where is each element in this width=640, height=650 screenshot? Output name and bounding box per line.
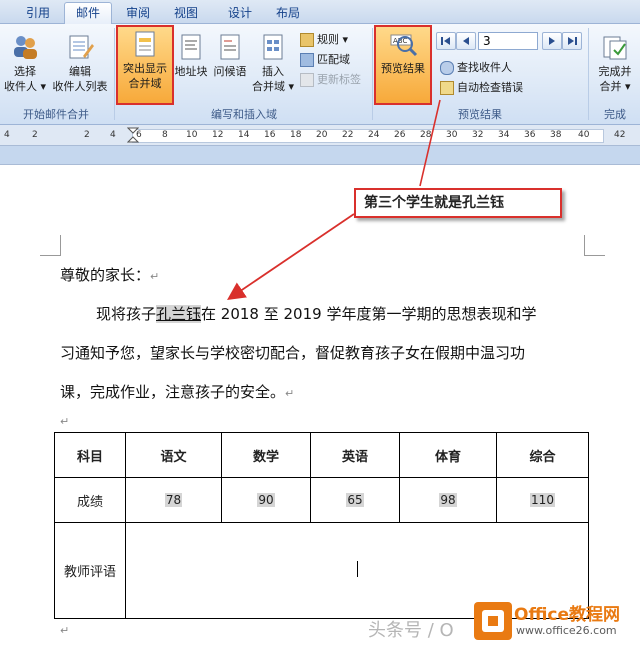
score-table[interactable]: 科目 语文 数学 英语 体育 综合 成绩 78 90 65 98 110 教师评… xyxy=(54,432,589,619)
paragraph-mark: ↵ xyxy=(60,624,70,637)
watermark-brand: Office教程网 xyxy=(514,605,621,625)
watermark-url: www.office26.com xyxy=(516,624,617,637)
table-header-cell[interactable]: 英语 xyxy=(310,432,400,478)
merge-field-score: 110 xyxy=(530,492,555,507)
watermark-source-text: 头条号 / O xyxy=(368,620,454,641)
arrow-to-student-name xyxy=(227,213,355,301)
merge-field-score: 90 xyxy=(257,492,275,507)
scores-label-cell[interactable]: 成绩 xyxy=(54,477,126,523)
score-cell[interactable]: 98 xyxy=(399,477,497,523)
text-cursor xyxy=(356,560,358,577)
score-cell[interactable]: 65 xyxy=(310,477,400,523)
merge-field-score: 65 xyxy=(346,492,364,507)
arrow-from-preview xyxy=(419,99,441,187)
merge-field-score: 98 xyxy=(439,492,457,507)
score-cell[interactable]: 78 xyxy=(125,477,222,523)
table-header-cell[interactable]: 数学 xyxy=(221,432,311,478)
table-row: 成绩 78 90 65 98 110 xyxy=(54,477,589,523)
score-cell[interactable]: 90 xyxy=(221,477,311,523)
table-header-cell[interactable]: 语文 xyxy=(125,432,222,478)
table-header-cell[interactable]: 综合 xyxy=(496,432,589,478)
merge-field-score: 78 xyxy=(164,492,183,507)
table-header-cell[interactable]: 科目 xyxy=(54,432,126,478)
score-cell[interactable]: 110 xyxy=(496,477,589,523)
table-header-cell[interactable]: 体育 xyxy=(399,432,497,478)
table-row: 科目 语文 数学 英语 体育 综合 xyxy=(54,432,589,478)
comment-label-cell[interactable]: 教师评语 xyxy=(54,522,126,619)
